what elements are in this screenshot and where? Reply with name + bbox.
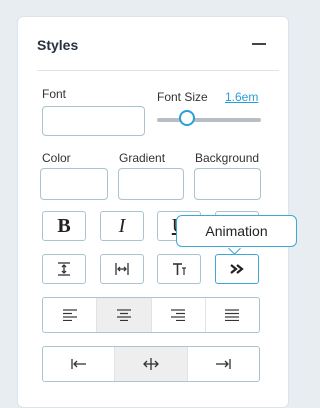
align-center-button[interactable] xyxy=(97,298,152,332)
line-height-button[interactable] xyxy=(42,254,86,284)
font-input[interactable] xyxy=(42,106,145,136)
align-justify-icon xyxy=(225,309,240,321)
bold-icon: B xyxy=(57,214,71,237)
letter-spacing-icon xyxy=(115,263,129,275)
arrows-horizontal-icon xyxy=(143,358,159,370)
align-left-icon xyxy=(62,309,77,321)
text-style-icon xyxy=(173,263,186,275)
font-size-slider-knob[interactable] xyxy=(179,110,195,126)
align-left-button[interactable] xyxy=(43,298,98,332)
align-right-icon xyxy=(171,309,186,321)
position-center-button[interactable] xyxy=(115,347,188,381)
background-label: Background xyxy=(195,151,260,165)
line-height-icon xyxy=(58,262,70,276)
italic-button[interactable]: I xyxy=(100,211,144,241)
position-left-button[interactable] xyxy=(43,347,116,381)
animation-tooltip: Animation xyxy=(176,215,297,247)
italic-icon: I xyxy=(118,214,126,237)
position-right-button[interactable] xyxy=(188,347,259,381)
minus-icon xyxy=(252,43,266,45)
divider xyxy=(37,70,279,71)
align-justify-button[interactable] xyxy=(206,298,259,332)
align-center-icon xyxy=(116,309,131,321)
font-size-value[interactable]: 1.6em xyxy=(225,90,258,104)
color-input[interactable] xyxy=(40,168,108,200)
text-style-button[interactable] xyxy=(157,254,201,284)
font-size-slider-track[interactable] xyxy=(157,118,261,122)
text-align-group xyxy=(42,297,260,333)
collapse-button[interactable] xyxy=(251,34,269,54)
arrow-to-right-icon xyxy=(216,359,231,369)
font-size-label: Font Size xyxy=(157,90,208,104)
background-input[interactable] xyxy=(194,168,261,200)
color-label: Color xyxy=(42,151,71,165)
letter-spacing-button[interactable] xyxy=(100,254,144,284)
double-chevron-right-icon xyxy=(230,264,244,274)
align-right-button[interactable] xyxy=(152,298,206,332)
gradient-label: Gradient xyxy=(119,151,166,165)
animation-button[interactable] xyxy=(215,254,259,284)
font-label: Font xyxy=(42,87,67,101)
position-group xyxy=(42,346,260,382)
panel-header: Styles xyxy=(18,17,288,71)
arrow-to-left-icon xyxy=(71,359,86,369)
panel-title: Styles xyxy=(37,37,79,53)
gradient-input[interactable] xyxy=(118,168,184,200)
bold-button[interactable]: B xyxy=(42,211,86,241)
